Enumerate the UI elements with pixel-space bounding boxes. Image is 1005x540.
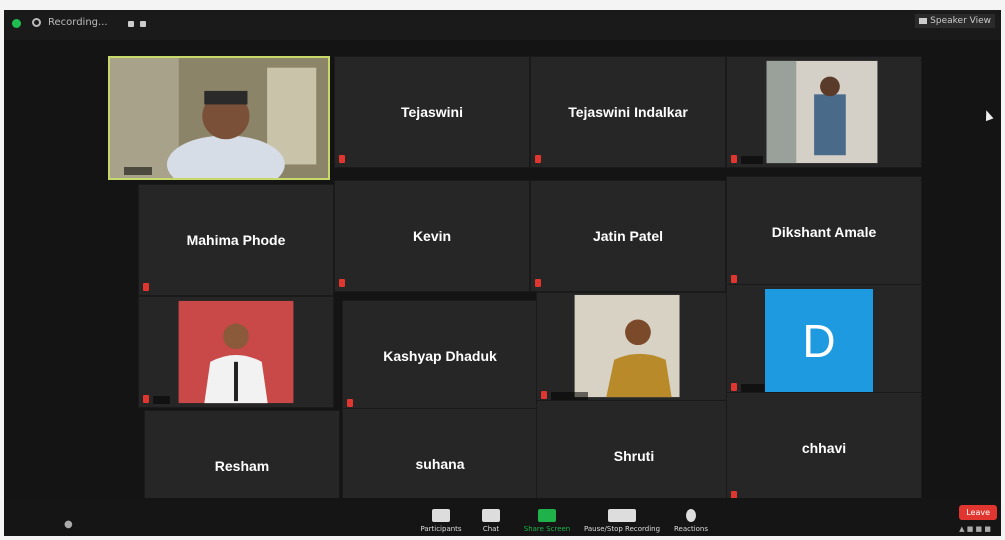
video-tile[interactable]: Tejaswini Indalkar [530,56,726,168]
mic-muted-icon [731,275,737,283]
participant-name: Shruti [613,448,655,464]
video-tile[interactable] [726,56,922,168]
video-tile[interactable] [138,296,334,408]
view-button[interactable]: Speaker View [915,14,995,28]
video-tile[interactable]: chhavi [726,392,922,504]
mute-icon[interactable]: ● [64,519,73,530]
participant-name: Kashyap Dhaduk [383,348,497,364]
participant-name-caption [551,392,589,400]
video-tile[interactable]: D [726,284,922,396]
video-tile[interactable]: Kevin [334,180,530,292]
participant-video [139,297,333,407]
recording-icon [32,18,41,27]
participant-name-caption [153,396,171,404]
share-screen-icon [538,509,556,522]
stop-recording-icon[interactable] [140,21,146,27]
participant-name: Jatin Patel [592,228,664,244]
video-tile[interactable]: Mahima Phode [138,184,334,296]
participant-name: suhana [415,456,465,472]
mic-muted-icon [339,279,345,287]
participant-name-caption [741,156,763,164]
top-bar: Recording... Speaker View [4,10,1001,40]
mic-muted-icon [347,399,353,407]
video-tile[interactable]: Shruti [536,400,732,512]
video-tile[interactable] [536,292,732,404]
mic-muted-icon [143,283,149,291]
pause-stop-icon [608,509,636,522]
participant-name: Tejaswini [401,104,463,120]
pause-recording-icon[interactable] [128,21,134,27]
participant-name: Tejaswini Indalkar [568,104,688,120]
chat-icon [482,509,500,522]
mic-muted-icon [541,391,547,399]
participant-name-caption [741,384,765,392]
participant-name: Resham [214,458,270,474]
avatar-initial: D [802,315,836,367]
avatar: D [765,289,873,393]
video-tile-active-speaker[interactable] [108,56,330,180]
mic-muted-icon [731,383,737,391]
participant-video [537,293,731,403]
participants-icon [432,509,450,522]
participant-grid: Tejaswini Tejaswini Indalkar Mahima Phod… [104,54,922,522]
video-tile[interactable]: Dikshant Amale [726,176,922,288]
leave-button[interactable]: Leave [959,505,997,520]
mouse-cursor-icon [982,108,994,122]
mic-muted-icon [535,155,541,163]
grid-icon [919,17,928,24]
mic-muted-icon [143,395,149,403]
meeting-toolbar: ● Participants Chat Share Screen Pause/S… [4,498,1001,536]
share-screen-button[interactable]: Share Screen [512,509,582,533]
participant-video [110,58,328,178]
video-tile[interactable]: Tejaswini [334,56,530,168]
video-tile[interactable]: Kashyap Dhaduk [342,300,538,412]
participant-name: Kevin [412,228,452,244]
participant-video [727,57,921,167]
mic-muted-icon [535,279,541,287]
zoom-meeting-window: Recording... Speaker View Tejaswini Teja… [4,10,1001,536]
participant-name: Dikshant Amale [771,224,877,240]
mic-muted-icon [339,155,345,163]
system-tray: ▲ ■ ■ ■ [959,525,991,533]
participant-name: chhavi [801,440,847,456]
video-tile[interactable]: Jatin Patel [530,180,726,292]
reactions-button[interactable]: Reactions [656,509,726,533]
mic-muted-icon [731,155,737,163]
participant-name-caption [124,167,153,175]
participant-name: Mahima Phode [186,232,286,248]
pause-stop-recording-button[interactable]: Pause/Stop Recording [580,509,664,533]
recording-label: Recording... [48,17,108,28]
security-icon[interactable] [12,19,21,28]
reactions-icon [686,509,696,522]
